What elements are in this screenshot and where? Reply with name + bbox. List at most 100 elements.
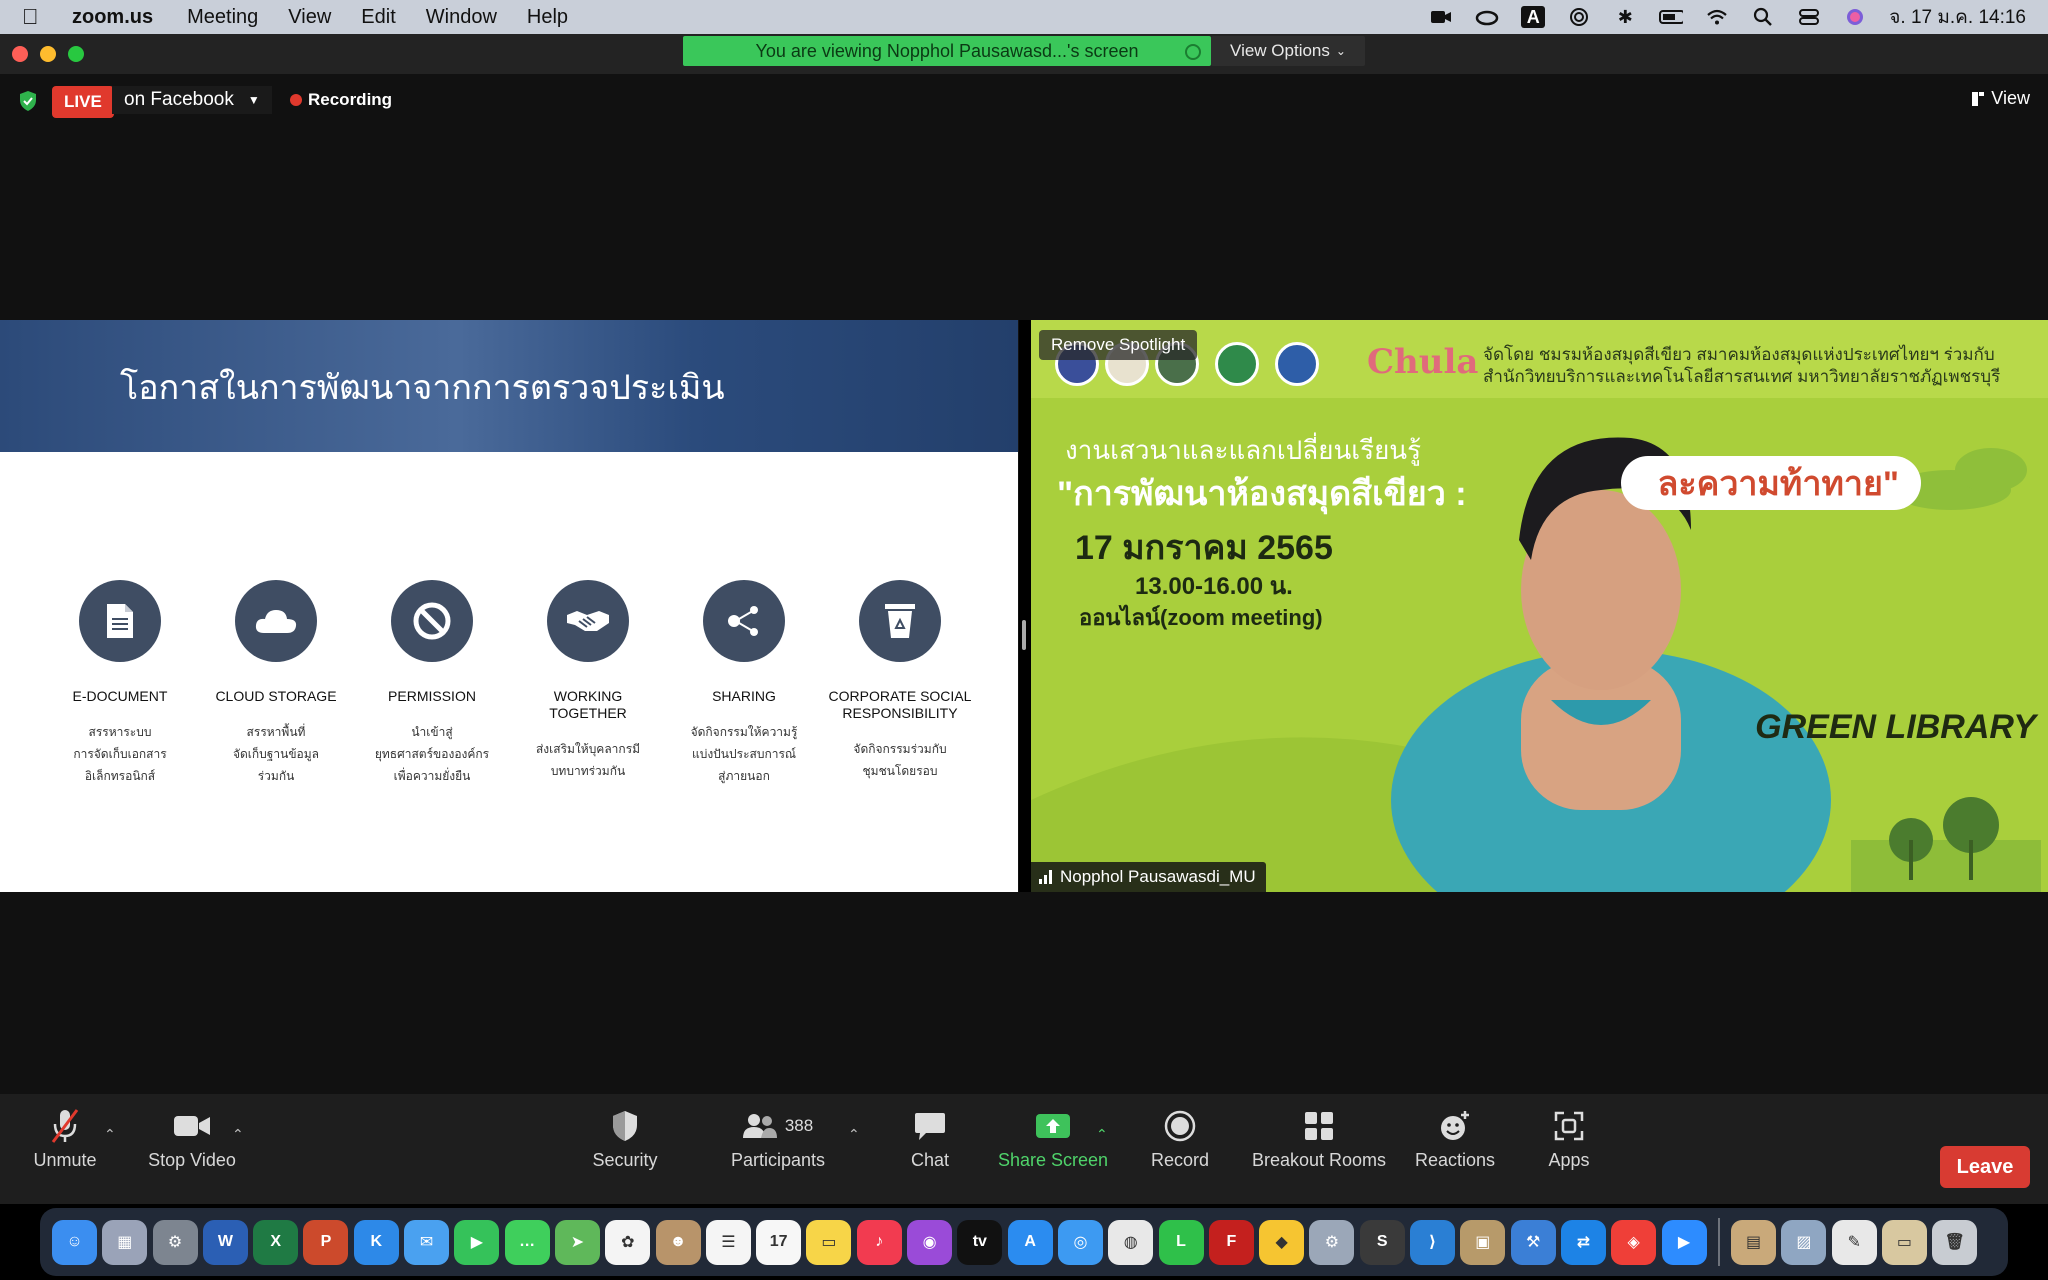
menu-meeting[interactable]: Meeting [187,6,258,29]
dock-word-icon[interactable]: W [202,1219,248,1265]
dock-maps-icon[interactable]: ➤ [554,1219,600,1265]
divider-handle[interactable] [1022,620,1026,650]
chat-label: Chat [910,1150,950,1170]
airdrop-icon[interactable] [1567,6,1591,28]
dock-system-preferences-icon[interactable]: ⚙ [152,1219,198,1265]
feature-cloud-storage: CLOUD STORAGE สรรหาพื้นที่ จัดเก็บฐานข้อ… [201,580,351,787]
dock-finder-window-icon[interactable]: ▭ [1881,1219,1927,1265]
menu-help[interactable]: Help [527,6,568,29]
security-button[interactable]: Security [586,1108,664,1171]
feature-sharing: SHARING จัดกิจกรรมให้ความรู้ แบ่งปันประส… [669,580,819,787]
spotlight-search-icon[interactable] [1751,6,1775,28]
dock-notes-icon[interactable]: ▭ [806,1219,852,1265]
dock-trash-icon[interactable]: 🗑 [1932,1219,1978,1265]
zoom-window-button[interactable] [68,46,84,62]
minimize-window-button[interactable] [40,46,56,62]
feature-csr: CORPORATE SOCIAL RESPONSIBILITY จัดกิจกร… [825,580,975,782]
control-center-icon[interactable] [1797,6,1821,28]
live-badge[interactable]: LIVE [52,86,114,118]
organizer-line-1: จัดโดย ชมรมห้องสมุดสีเขียว สมาคมห้องสมุด… [1483,345,1995,364]
bluetooth-icon[interactable]: ✱ [1613,6,1637,28]
participants-button[interactable]: 388 Participants [726,1108,830,1171]
menubar-clock[interactable]: จ. 17 ม.ค. 14:16 [1889,2,2026,32]
dock-photos-icon[interactable]: ✿ [605,1219,651,1265]
handshake-icon [547,580,629,662]
participants-options-chevron-icon[interactable]: ⌃ [848,1126,860,1143]
dock-launchpad-icon[interactable]: ▦ [102,1219,148,1265]
encryption-shield-icon[interactable] [18,90,38,112]
dock-archive-utility-icon[interactable]: ▣ [1460,1219,1506,1265]
dock-utility-icon[interactable]: ⚙ [1309,1219,1355,1265]
apps-button[interactable]: Apps [1538,1108,1600,1171]
event-line: งานเสวนาและแลกเปลี่ยนเรียนรู้ [1065,435,1422,465]
menu-edit[interactable]: Edit [361,6,395,29]
dock-calendar-icon[interactable]: 17 [756,1219,802,1265]
dock-facetime-icon[interactable]: ▶ [454,1219,500,1265]
dock-contacts-icon[interactable]: ☻ [655,1219,701,1265]
video-options-chevron-icon[interactable]: ⌃ [232,1126,244,1143]
participants-label: Participants [730,1150,826,1170]
dock-keynote-icon[interactable]: K [353,1219,399,1265]
battery-icon[interactable] [1659,6,1684,28]
dock-downloads-folder-icon[interactable]: ▤ [1731,1219,1777,1265]
dock-excel-icon[interactable]: X [253,1219,299,1265]
wifi-icon[interactable] [1705,6,1729,28]
dock-safari-icon[interactable]: ◎ [1057,1219,1103,1265]
dock-filezilla-icon[interactable]: F [1208,1219,1254,1265]
dock-document-icon[interactable]: ✎ [1831,1219,1877,1265]
speaker-video-tile[interactable]: Remove Spotlight Chula จัดโดย ชมรมห้องสม… [1031,320,2048,892]
dock-messages-icon[interactable]: … [504,1219,550,1265]
recording-label: Recording [308,90,393,109]
live-stream-dropdown[interactable]: on Facebook ▼ [112,86,272,114]
dock-sublime-text-icon[interactable]: S [1359,1219,1405,1265]
leave-meeting-button[interactable]: Leave [1940,1146,2030,1188]
slide-title: โอกาสในการพัฒนาจากการตรวจประเมิน [120,368,725,408]
dock-teamviewer-icon[interactable]: ⇄ [1560,1219,1606,1265]
zoom-video-icon[interactable] [1429,6,1453,28]
dock-app-store-icon[interactable]: A [1007,1219,1053,1265]
dock-powerpoint-icon[interactable]: P [303,1219,349,1265]
dock-xcode-icon[interactable]: ⚒ [1510,1219,1556,1265]
dock-cyberduck-icon[interactable]: ◆ [1259,1219,1305,1265]
dock-vscode-icon[interactable]: ⟩ [1410,1219,1456,1265]
siri-icon[interactable] [1843,6,1867,28]
breakout-rooms-button[interactable]: Breakout Rooms [1250,1108,1388,1171]
dock-screenshots-icon[interactable]: ▨ [1781,1219,1827,1265]
creative-cloud-icon[interactable] [1475,6,1499,28]
unmute-button[interactable]: Unmute [28,1108,102,1171]
menu-window[interactable]: Window [426,6,497,29]
split-view-divider[interactable] [1019,320,1031,892]
dock-podcasts-icon[interactable]: ◉ [907,1219,953,1265]
dock-line-icon[interactable]: L [1158,1219,1204,1265]
stop-video-button[interactable]: Stop Video [146,1108,238,1171]
dock-zoom-icon[interactable]: ▶ [1661,1219,1707,1265]
dock-apple-tv-icon[interactable]: tv [957,1219,1003,1265]
dock-anydesk-icon[interactable]: ◈ [1611,1219,1657,1265]
chat-button[interactable]: Chat [894,1108,966,1171]
reactions-button[interactable]: Reactions [1412,1108,1498,1171]
record-button[interactable]: Record [1144,1108,1216,1171]
dock-reminders-icon[interactable]: ☰ [705,1219,751,1265]
view-layout-button[interactable]: View [1971,88,2030,109]
sponsor-logo-5 [1275,342,1319,386]
organizer-line-2: สำนักวิทยบริการและเทคโนโลยีสารสนเทศ มหาว… [1483,367,2001,386]
apps-label: Apps [1548,1150,1590,1170]
dock-chrome-icon[interactable]: ◍ [1108,1219,1154,1265]
dock-mail-icon[interactable]: ✉ [404,1219,450,1265]
dock-music-icon[interactable]: ♪ [856,1219,902,1265]
menu-app-name[interactable]: zoom.us [72,6,153,29]
cloud-icon [235,580,317,662]
dock-finder-icon[interactable]: ☺ [52,1219,97,1265]
share-screen-button[interactable]: Share Screen [996,1108,1110,1171]
share-options-chevron-icon[interactable]: ⌃ [1096,1126,1108,1143]
close-window-button[interactable] [12,46,28,62]
recording-indicator[interactable]: Recording [290,90,392,110]
input-source-icon[interactable]: A [1521,6,1546,28]
view-options-button[interactable]: View Options ⌄ [1211,36,1365,66]
audio-options-chevron-icon[interactable]: ⌃ [104,1126,116,1143]
apple-menu-icon[interactable]:  [22,4,52,30]
video-camera-icon [174,1116,210,1136]
muted-microphone-icon [51,1109,79,1143]
remove-spotlight-button[interactable]: Remove Spotlight [1039,330,1198,360]
menu-view[interactable]: View [288,6,331,29]
